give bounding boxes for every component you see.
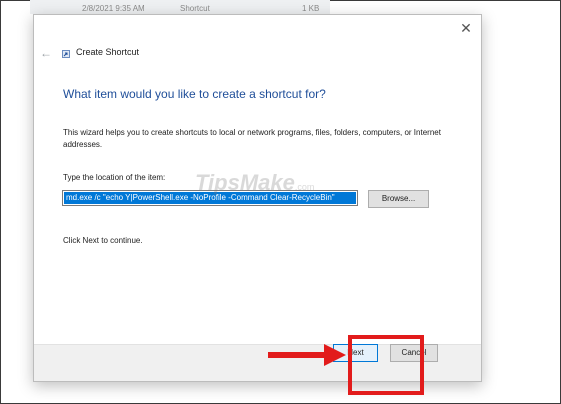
highlight-box <box>348 335 424 395</box>
create-shortcut-dialog: ✕ ← Create Shortcut What item would you … <box>33 14 482 382</box>
file-date: 2/8/2021 9:35 AM <box>82 4 145 13</box>
next-hint-text: Click Next to continue. <box>63 236 143 245</box>
location-input[interactable]: md.exe /c "echo Y|PowerShell.exe -NoProf… <box>62 190 358 206</box>
wizard-heading: What item would you like to create a sho… <box>63 87 326 101</box>
location-label: Type the location of the item: <box>63 173 166 182</box>
file-type: Shortcut <box>180 4 210 13</box>
dialog-title: Create Shortcut <box>76 47 140 57</box>
file-size: 1 KB <box>302 4 320 13</box>
close-icon[interactable]: ✕ <box>459 21 473 35</box>
back-arrow-icon[interactable]: ← <box>40 46 52 60</box>
wizard-description: This wizard helps you to create shortcut… <box>63 128 441 149</box>
shortcut-icon <box>62 50 70 58</box>
browse-button[interactable]: Browse... <box>368 190 429 208</box>
red-arrow-icon <box>268 344 346 366</box>
background-file-row: 2/8/2021 9:35 AM Shortcut 1 KB <box>30 0 330 14</box>
location-input-value: md.exe /c "echo Y|PowerShell.exe -NoProf… <box>64 192 356 204</box>
